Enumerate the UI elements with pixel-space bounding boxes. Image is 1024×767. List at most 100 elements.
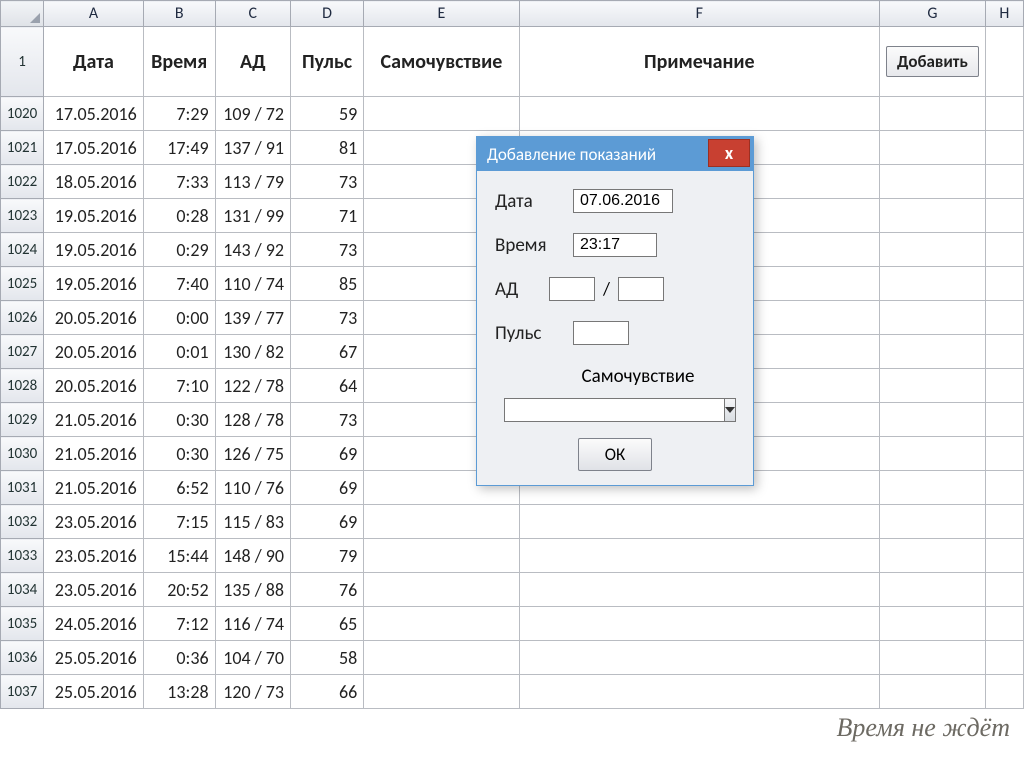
cell-bp[interactable]: 130 / 82 [215,335,290,369]
cell-bp[interactable]: 139 / 77 [215,301,290,335]
cell-pulse[interactable]: 71 [290,199,363,233]
col-header-B[interactable]: B [143,1,215,27]
col-header-D[interactable]: D [290,1,363,27]
row-header[interactable]: 1022 [1,165,44,199]
cell-bp[interactable]: 126 / 75 [215,437,290,471]
cell-h[interactable] [985,675,1023,709]
cell-time[interactable]: 7:10 [143,369,215,403]
cell-g[interactable] [880,573,986,607]
cell-time[interactable]: 7:33 [143,165,215,199]
cell-note[interactable] [519,97,879,131]
cell-feel[interactable] [364,97,519,131]
cell-date[interactable]: 24.05.2016 [44,607,144,641]
cell-date[interactable]: 21.05.2016 [44,403,144,437]
cell-feel[interactable] [364,539,519,573]
header-date[interactable]: Дата [44,27,144,97]
cell-time[interactable]: 7:15 [143,505,215,539]
cell-time[interactable]: 0:00 [143,301,215,335]
cell-h[interactable] [985,403,1023,437]
close-button[interactable]: x [708,139,750,167]
cell-note[interactable] [519,573,879,607]
cell-date[interactable]: 19.05.2016 [44,267,144,301]
cell-h[interactable] [985,97,1023,131]
cell-h[interactable] [985,437,1023,471]
cell-date[interactable]: 21.05.2016 [44,437,144,471]
cell-H1[interactable] [985,27,1023,97]
cell-date[interactable]: 18.05.2016 [44,165,144,199]
row-header[interactable]: 1032 [1,505,44,539]
cell-pulse[interactable]: 69 [290,471,363,505]
cell-note[interactable] [519,641,879,675]
cell-date[interactable]: 19.05.2016 [44,199,144,233]
cell-time[interactable]: 17:49 [143,131,215,165]
cell-pulse[interactable]: 73 [290,403,363,437]
cell-g[interactable] [880,165,986,199]
cell-g[interactable] [880,199,986,233]
cell-g[interactable] [880,675,986,709]
cell-date[interactable]: 17.05.2016 [44,97,144,131]
col-header-A[interactable]: A [44,1,144,27]
row-header[interactable]: 1028 [1,369,44,403]
cell-h[interactable] [985,301,1023,335]
cell-g[interactable] [880,369,986,403]
cell-pulse[interactable]: 69 [290,437,363,471]
row-header[interactable]: 1036 [1,641,44,675]
bp-systolic-input[interactable] [549,277,595,301]
row-header[interactable]: 1023 [1,199,44,233]
cell-feel[interactable] [364,641,519,675]
cell-g[interactable] [880,539,986,573]
row-header[interactable]: 1030 [1,437,44,471]
cell-bp[interactable]: 135 / 88 [215,573,290,607]
row-header[interactable]: 1035 [1,607,44,641]
cell-feel[interactable] [364,607,519,641]
cell-time[interactable]: 7:12 [143,607,215,641]
cell-h[interactable] [985,233,1023,267]
cell-pulse[interactable]: 79 [290,539,363,573]
cell-h[interactable] [985,539,1023,573]
cell-time[interactable]: 15:44 [143,539,215,573]
cell-time[interactable]: 7:29 [143,97,215,131]
cell-h[interactable] [985,335,1023,369]
row-header[interactable]: 1021 [1,131,44,165]
cell-note[interactable] [519,607,879,641]
cell-h[interactable] [985,131,1023,165]
cell-bp[interactable]: 109 / 72 [215,97,290,131]
cell-h[interactable] [985,573,1023,607]
cell-note[interactable] [519,539,879,573]
feel-combobox[interactable] [504,398,726,422]
cell-date[interactable]: 21.05.2016 [44,471,144,505]
cell-note[interactable] [519,675,879,709]
cell-g[interactable] [880,641,986,675]
header-feel[interactable]: Самочувствие [364,27,519,97]
chevron-down-icon[interactable] [725,398,736,422]
cell-pulse[interactable]: 65 [290,607,363,641]
row-header[interactable]: 1026 [1,301,44,335]
cell-date[interactable]: 25.05.2016 [44,641,144,675]
cell-bp[interactable]: 148 / 90 [215,539,290,573]
cell-pulse[interactable]: 67 [290,335,363,369]
cell-pulse[interactable]: 69 [290,505,363,539]
cell-bp[interactable]: 128 / 78 [215,403,290,437]
ok-button[interactable]: ОК [578,438,653,471]
cell-pulse[interactable]: 81 [290,131,363,165]
cell-time[interactable]: 0:29 [143,233,215,267]
cell-h[interactable] [985,267,1023,301]
cell-date[interactable]: 17.05.2016 [44,131,144,165]
cell-time[interactable]: 0:30 [143,437,215,471]
row-header[interactable]: 1033 [1,539,44,573]
cell-bp[interactable]: 116 / 74 [215,607,290,641]
cell-pulse[interactable]: 76 [290,573,363,607]
cell-g[interactable] [880,131,986,165]
cell-feel[interactable] [364,675,519,709]
cell-bp[interactable]: 110 / 76 [215,471,290,505]
dialog-titlebar[interactable]: Добавление показаний x [477,137,753,171]
cell-date[interactable]: 19.05.2016 [44,233,144,267]
col-header-H[interactable]: H [985,1,1023,27]
cell-h[interactable] [985,369,1023,403]
cell-date[interactable]: 23.05.2016 [44,539,144,573]
cell-h[interactable] [985,505,1023,539]
cell-h[interactable] [985,199,1023,233]
cell-time[interactable]: 20:52 [143,573,215,607]
cell-pulse[interactable]: 85 [290,267,363,301]
cell-pulse[interactable]: 58 [290,641,363,675]
